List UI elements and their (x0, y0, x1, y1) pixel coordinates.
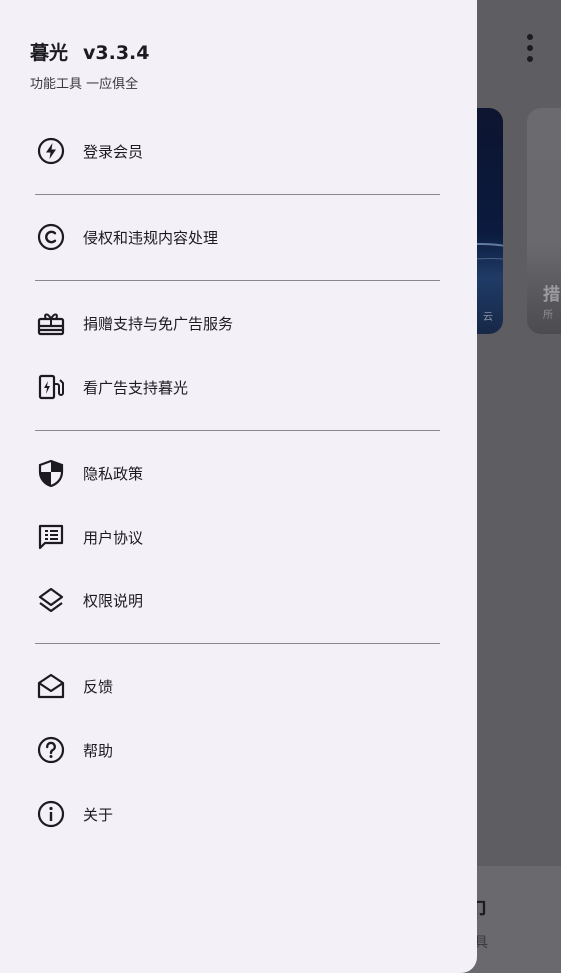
shield-icon (30, 452, 72, 494)
menu-item-label: 关于 (83, 805, 114, 824)
copyright-icon (30, 216, 72, 258)
gift-card-icon (30, 302, 72, 344)
menu-item-login[interactable]: 登录会员 (30, 123, 450, 179)
navigation-drawer: 暮光 v3.3.4 功能工具 一应俱全 登录会员 侵权和违规内容处理 捐赠支持与… (0, 0, 477, 973)
menu-item-label: 反馈 (83, 677, 114, 696)
menu-item-agreement[interactable]: 用户协议 (30, 509, 450, 565)
menu-item-privacy[interactable]: 隐私政策 (30, 445, 450, 501)
menu-item-about[interactable]: 关于 (30, 786, 450, 842)
info-icon (30, 793, 72, 835)
menu-item-infringement[interactable]: 侵权和违规内容处理 (30, 209, 450, 265)
help-question-icon (30, 729, 72, 771)
divider (35, 430, 440, 431)
menu-item-label: 捐赠支持与免广告服务 (83, 314, 234, 333)
app-name: 暮光 (30, 42, 69, 64)
card-title: 措 (543, 285, 560, 305)
menu-item-watch-ad[interactable]: 看广告支持暮光 (30, 359, 450, 415)
menu-item-label: 隐私政策 (83, 464, 144, 483)
card-caption: 云 (483, 312, 493, 323)
menu-item-label: 看广告支持暮光 (83, 378, 189, 397)
divider (35, 194, 440, 195)
drawer-header: 暮光 v3.3.4 功能工具 一应俱全 (30, 38, 150, 92)
menu-item-label: 用户协议 (83, 528, 144, 547)
divider (35, 643, 440, 644)
menu-item-label: 登录会员 (83, 142, 144, 161)
more-options-icon[interactable] (522, 34, 538, 62)
app-version: v3.3.4 (83, 42, 150, 64)
menu-item-help[interactable]: 帮助 (30, 722, 450, 778)
background-card: 措 所 (527, 108, 561, 334)
menu-item-label: 侵权和违规内容处理 (83, 228, 219, 247)
menu-item-feedback[interactable]: 反馈 (30, 658, 450, 714)
app-subtitle: 功能工具 一应俱全 (30, 77, 139, 92)
layers-icon (30, 579, 72, 621)
article-message-icon (30, 516, 72, 558)
menu-item-label: 权限说明 (83, 591, 144, 610)
lightning-bolt-icon (30, 130, 72, 172)
card-caption: 所 (543, 310, 553, 321)
ev-charging-icon (30, 366, 72, 408)
divider (35, 280, 440, 281)
menu-item-label: 帮助 (83, 741, 114, 760)
menu-item-permissions[interactable]: 权限说明 (30, 572, 450, 628)
open-envelope-icon (30, 665, 72, 707)
menu-item-donate[interactable]: 捐赠支持与免广告服务 (30, 295, 450, 351)
